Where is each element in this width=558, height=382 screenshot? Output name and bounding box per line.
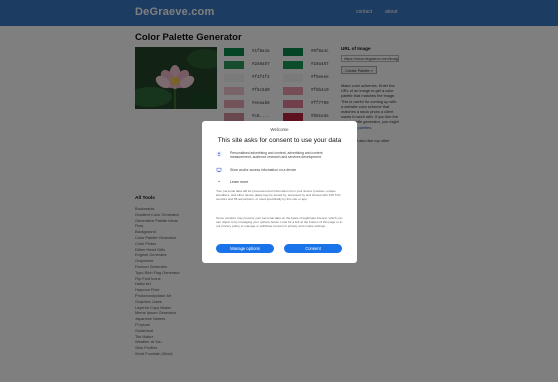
consent-dialog: Welcome This site asks for consent to us… xyxy=(202,121,357,263)
consent-paragraph-1: Your personal data will be processed and… xyxy=(216,189,344,202)
consent-purpose-storage: Store and/or access information on a dev… xyxy=(230,168,297,172)
chevron-down-icon[interactable]: ⌄ xyxy=(217,178,221,184)
consent-button[interactable]: Consent xyxy=(284,244,342,253)
consent-paragraph-1-text: Your personal data will be processed and… xyxy=(216,189,341,202)
consent-paragraph-2: Some vendors may process your personal d… xyxy=(216,216,343,229)
person-icon xyxy=(216,151,222,157)
consent-welcome: Welcome xyxy=(270,127,289,132)
device-icon xyxy=(216,167,222,173)
manage-options-button[interactable]: Manage options xyxy=(216,244,274,253)
consent-title: This site asks for consent to use your d… xyxy=(217,137,342,144)
consent-purpose-ads: Personalised advertising and content, ad… xyxy=(230,151,323,160)
learn-more-link[interactable]: Learn more xyxy=(230,180,248,184)
